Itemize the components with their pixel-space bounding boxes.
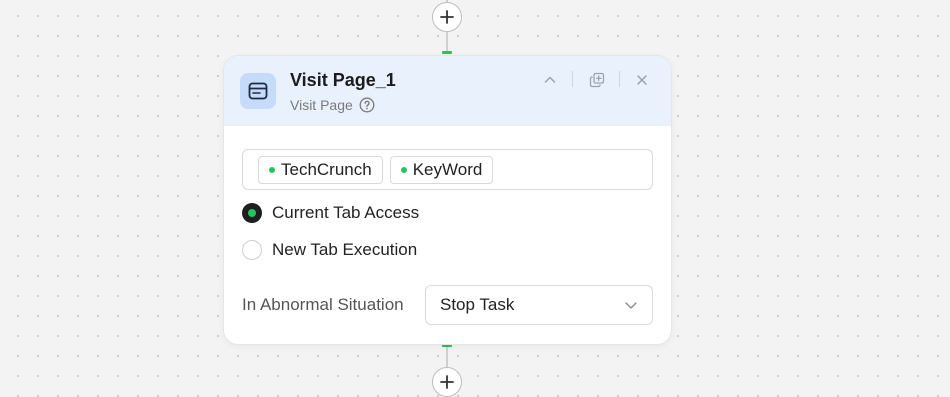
node-type-label: Visit Page [290, 97, 353, 113]
browser-window-icon [240, 73, 276, 109]
chevron-up-icon [544, 76, 556, 83]
header-divider [572, 71, 573, 87]
tag-chip[interactable]: KeyWord [389, 155, 494, 184]
close-icon [637, 75, 647, 85]
add-step-button-top[interactable] [432, 2, 462, 32]
tag-label: KeyWord [412, 159, 483, 179]
tag-label: TechCrunch [281, 159, 372, 179]
help-icon[interactable] [359, 97, 375, 113]
duplicate-button[interactable] [586, 69, 608, 91]
plus-icon [440, 375, 454, 389]
status-dot-icon [400, 166, 407, 173]
tag-chip[interactable]: TechCrunch [258, 155, 383, 184]
abnormal-situation-label: In Abnormal Situation [242, 295, 404, 314]
connector-port-bottom[interactable] [442, 344, 452, 347]
node-subtitle: Visit Page [290, 97, 375, 113]
plus-icon [440, 10, 454, 24]
radio-current-tab[interactable]: Current Tab Access [242, 203, 419, 223]
duplicate-icon [589, 72, 605, 88]
add-step-button-bottom[interactable] [432, 367, 462, 397]
chevron-down-icon [625, 302, 637, 309]
node-header: Visit Page_1 Visit Page [224, 56, 671, 126]
url-tag-input[interactable]: TechCrunch KeyWord [242, 149, 653, 190]
close-button[interactable] [631, 69, 653, 91]
node-title[interactable]: Visit Page_1 [290, 70, 396, 91]
radio-label: New Tab Execution [272, 240, 418, 259]
select-value: Stop Task [440, 295, 515, 314]
visit-page-node-card[interactable]: Visit Page_1 Visit Page TechCrunch KeyWo… [224, 56, 671, 344]
collapse-button[interactable] [539, 69, 561, 91]
radio-button-selected[interactable] [242, 203, 262, 223]
radio-label: Current Tab Access [272, 203, 420, 222]
radio-new-tab[interactable]: New Tab Execution [242, 240, 417, 260]
status-dot-icon [269, 166, 275, 173]
radio-button-unselected[interactable] [242, 240, 262, 260]
connector-port-top[interactable] [442, 51, 452, 54]
abnormal-situation-select[interactable]: Stop Task [425, 285, 653, 325]
header-divider [619, 71, 620, 87]
